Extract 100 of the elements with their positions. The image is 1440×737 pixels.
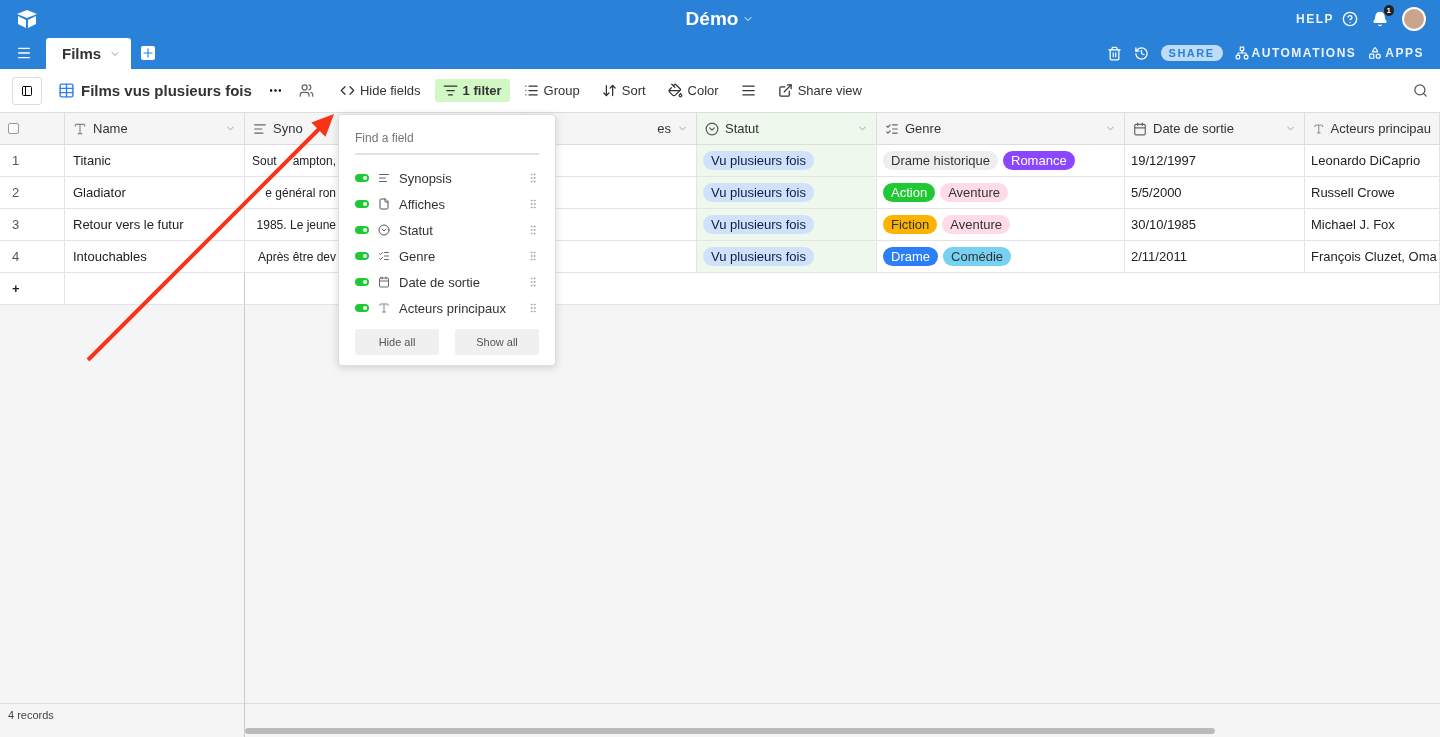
toggle-switch[interactable] — [355, 174, 369, 182]
bell-icon[interactable] — [1372, 11, 1388, 27]
row-number: 2 — [0, 177, 65, 209]
list-icon — [523, 83, 539, 98]
add-tab-icon[interactable] — [141, 46, 156, 60]
synopsis-text: 1985. Le jeune — [256, 218, 336, 231]
sidebar-icon[interactable] — [21, 84, 33, 97]
code-icon — [339, 83, 355, 98]
dropdown-icon — [378, 224, 390, 236]
list-icon — [885, 121, 899, 136]
dropdown-icon — [705, 121, 719, 136]
external-link-icon — [777, 83, 793, 98]
field-name: Statut — [399, 222, 434, 238]
toolbar-button[interactable]: Group — [515, 79, 588, 102]
table-tab[interactable]: Films — [46, 38, 132, 69]
sidebar-toggle[interactable] — [12, 76, 42, 105]
toolbar-button[interactable]: 1 filter — [434, 79, 510, 102]
toolbar-button[interactable]: Color — [659, 79, 727, 102]
automations-button[interactable]: AUTOMATIONS — [1251, 46, 1357, 60]
genre-tag: Romance — [1003, 151, 1075, 170]
synopsis-text: e général ron — [265, 186, 336, 199]
toolbar-button[interactable]: Hide fields — [331, 79, 429, 102]
column-header[interactable]: Acteurs principau — [1305, 113, 1440, 145]
long-text-icon — [253, 121, 267, 136]
table-cell: Gladiator — [65, 177, 245, 209]
drag-handle-icon[interactable] — [527, 198, 539, 210]
list-icon — [378, 250, 390, 262]
status-tag: Vu plusieurs fois — [703, 247, 814, 266]
table-cell: 2/11/2011 — [1125, 241, 1305, 273]
synopsis-text: ampton, — [292, 154, 336, 167]
table-cell: Retour vers le futur — [65, 209, 245, 241]
column-header[interactable]: Name — [65, 113, 245, 145]
synopsis-text: Après être dev — [257, 250, 336, 263]
table-cell: 5/5/2000 — [1125, 177, 1305, 209]
toggle-switch[interactable] — [355, 278, 369, 286]
table-cell: Michael J. Fox — [1305, 209, 1440, 241]
text-icon — [378, 302, 390, 314]
row-number: 3 — [0, 209, 65, 241]
checkbox[interactable] — [8, 123, 19, 134]
table-cell: Leonardo DiCaprio — [1305, 145, 1440, 177]
popup-button[interactable]: Show all — [455, 329, 539, 355]
record-count: 4 records — [0, 703, 244, 737]
column-header[interactable]: Genre — [877, 113, 1125, 145]
search-icon[interactable] — [1413, 83, 1428, 98]
long-text-icon — [378, 172, 390, 184]
base-title[interactable]: Démo — [685, 8, 739, 30]
text-icon — [73, 121, 87, 136]
table-cell: Intouchables — [65, 241, 245, 273]
status-tag: Vu plusieurs fois — [703, 151, 814, 170]
field-name: Date de sortie — [399, 274, 481, 290]
apps-button[interactable]: APPS — [1385, 46, 1424, 60]
avatar[interactable] — [1402, 7, 1426, 31]
column-header[interactable]: Statut — [697, 113, 877, 145]
field-name: Genre — [399, 248, 437, 264]
automations-icon[interactable] — [1234, 46, 1249, 60]
table-cell: François Cluzet, Oma — [1305, 241, 1440, 273]
help-icon[interactable] — [1342, 11, 1358, 27]
history-icon[interactable] — [1133, 45, 1149, 61]
genre-tag: Drame historique — [883, 151, 998, 170]
status-tag: Vu plusieurs fois — [703, 183, 814, 202]
paint-bucket-icon — [667, 83, 683, 98]
table-cell: 30/10/1985 — [1125, 209, 1305, 241]
view-name[interactable]: Films vus plusieurs fois — [81, 82, 252, 99]
genre-tag: Fiction — [883, 215, 938, 234]
drag-handle-icon[interactable] — [527, 276, 539, 288]
popup-button[interactable]: Hide all — [355, 329, 439, 355]
logo-icon — [16, 9, 38, 29]
scrollbar[interactable] — [245, 728, 1215, 734]
menu-icon[interactable] — [16, 45, 32, 61]
help-link[interactable]: HELP — [1296, 12, 1334, 26]
table-cell: 19/12/1997 — [1125, 145, 1305, 177]
drag-handle-icon[interactable] — [527, 224, 539, 236]
people-icon[interactable] — [298, 83, 314, 98]
toggle-switch[interactable] — [355, 226, 369, 234]
toolbar-button[interactable]: Share view — [769, 79, 870, 102]
synopsis-text: Sout — [251, 154, 277, 167]
apps-icon[interactable] — [1368, 46, 1383, 60]
trash-icon[interactable] — [1106, 45, 1122, 61]
genre-tag: Comédie — [943, 247, 1012, 266]
toggle-switch[interactable] — [355, 200, 369, 208]
file-icon — [378, 198, 390, 210]
table-cell: Titanic — [65, 145, 245, 177]
grid-icon — [58, 82, 75, 99]
toggle-switch[interactable] — [355, 252, 369, 260]
table-cell: Russell Crowe — [1305, 177, 1440, 209]
toggle-switch[interactable] — [355, 304, 369, 312]
status-tag: Vu plusieurs fois — [703, 215, 814, 234]
row-number: 1 — [0, 145, 65, 177]
toolbar-button[interactable]: Sort — [593, 79, 654, 102]
genre-tag: Action — [883, 183, 936, 202]
drag-handle-icon[interactable] — [527, 172, 539, 184]
drag-handle-icon[interactable] — [527, 250, 539, 262]
add-row-button[interactable]: + — [0, 273, 65, 305]
column-header[interactable]: Date de sortie — [1125, 113, 1305, 145]
genre-tag: Aventure — [942, 215, 1011, 234]
genre-tag: Drame — [883, 247, 938, 266]
genre-tag: Aventure — [940, 183, 1008, 202]
notification-count: 1 — [1383, 5, 1394, 16]
drag-handle-icon[interactable] — [527, 302, 539, 314]
calendar-icon — [378, 276, 390, 288]
